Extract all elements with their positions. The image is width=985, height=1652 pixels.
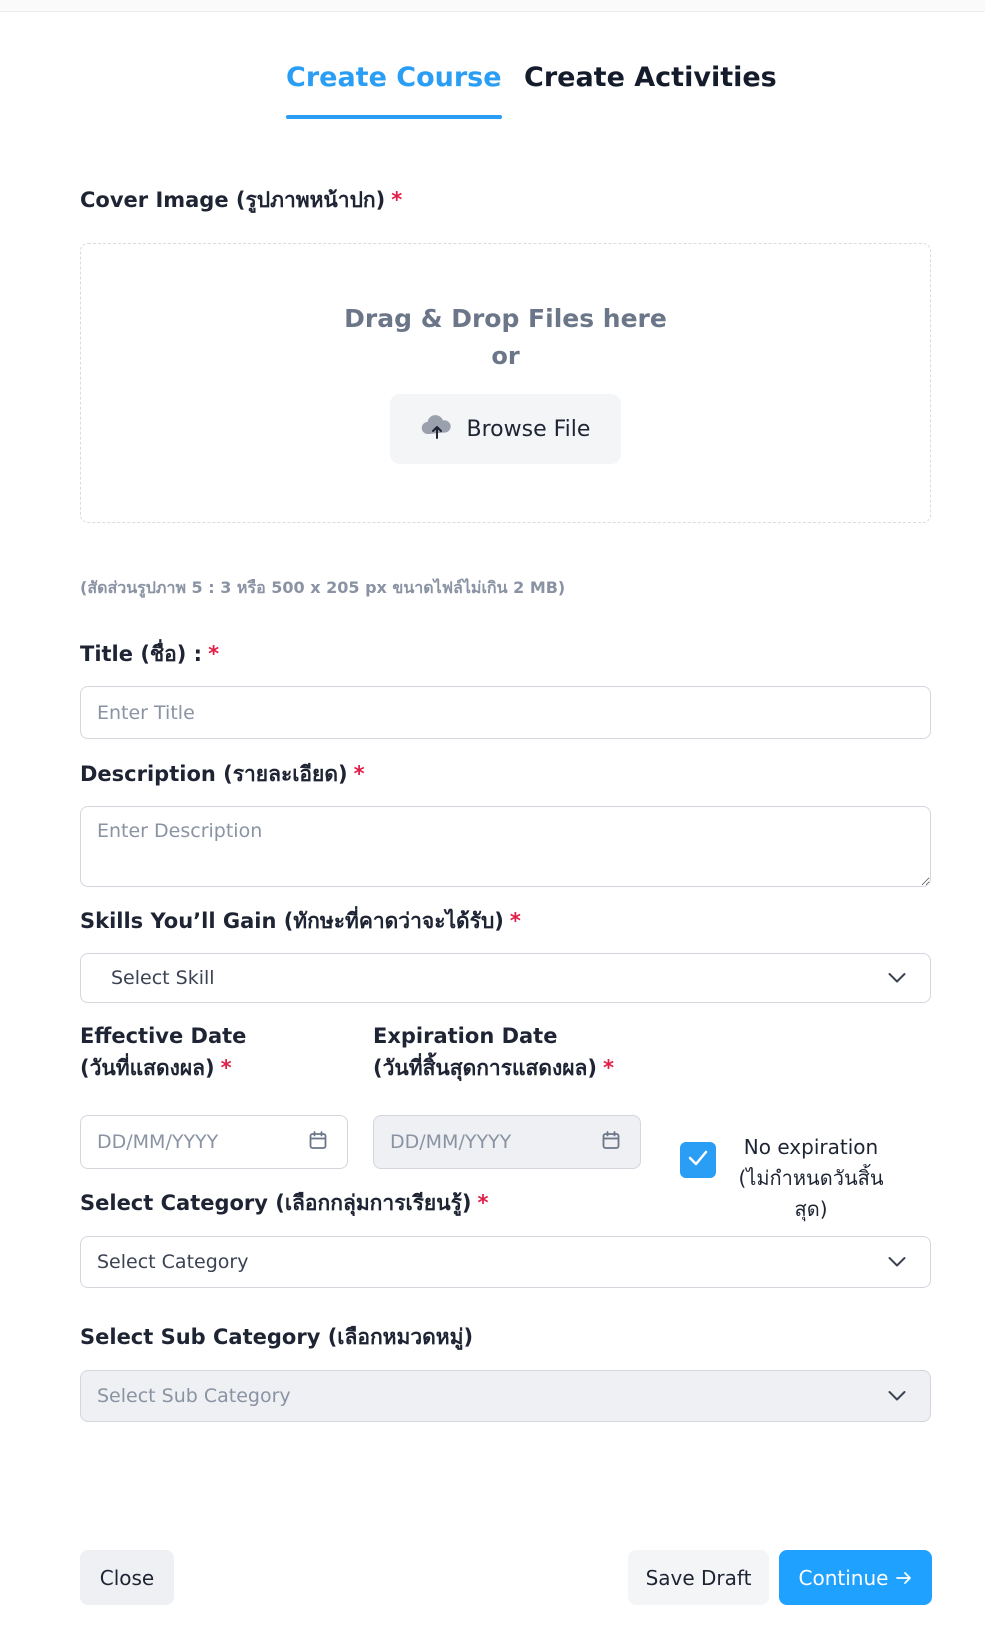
category-label-text: Select Category (เลือกกลุ่มการเรียนรู้) <box>80 1191 472 1215</box>
save-draft-button-label: Save Draft <box>645 1565 752 1590</box>
title-label: Title (ชื่อ) : * <box>80 638 219 671</box>
no-expiration-label: No expiration (ไม่กำหนดวันสิ้นสุด) <box>724 1132 898 1225</box>
close-button[interactable]: Close <box>80 1550 174 1605</box>
no-expiration-line2: (ไม่กำหนดวันสิ้นสุด) <box>738 1166 884 1221</box>
required-mark: * <box>220 1056 232 1080</box>
required-mark: * <box>603 1056 615 1080</box>
continue-button-label: Continue <box>798 1565 889 1590</box>
chevron-down-icon <box>888 1387 906 1406</box>
title-label-text: Title (ชื่อ) : <box>80 642 203 666</box>
description-label: Description (รายละเอียด) * <box>80 758 365 791</box>
chevron-down-icon <box>888 969 906 988</box>
expiration-date-label-line2: (วันที่สิ้นสุดการแสดงผล) <box>373 1056 598 1080</box>
skills-label-text: Skills You’ll Gain (ทักษะที่คาดว่าจะได้ร… <box>80 909 504 933</box>
tab-bar: Create Course Create Activities <box>0 62 985 124</box>
category-label: Select Category (เลือกกลุ่มการเรียนรู้) * <box>80 1187 488 1220</box>
no-expiration-checkbox[interactable] <box>680 1142 716 1178</box>
close-button-label: Close <box>99 1565 155 1590</box>
expiration-date-label-line1: Expiration Date <box>373 1024 558 1048</box>
browse-file-label: Browse File <box>466 416 591 442</box>
tab-create-activities[interactable]: Create Activities <box>524 62 777 93</box>
calendar-icon[interactable] <box>309 1131 327 1154</box>
skills-label: Skills You’ll Gain (ทักษะที่คาดว่าจะได้ร… <box>80 905 521 938</box>
effective-date-label-line1: Effective Date <box>80 1024 247 1048</box>
no-expiration-line1: No expiration <box>743 1135 879 1159</box>
required-mark: * <box>353 762 365 786</box>
title-field <box>80 686 931 739</box>
expiration-date-label: Expiration Date (วันที่สิ้นสุดการแสดงผล)… <box>373 1020 614 1084</box>
subcategory-label: Select Sub Category (เลือกหมวดหมู่) <box>80 1325 474 1349</box>
description-field <box>80 806 931 887</box>
arrow-right-icon <box>896 1566 912 1590</box>
effective-date-label: Effective Date (วันที่แสดงผล) * <box>80 1020 246 1084</box>
subcategory-select-value: Select Sub Category <box>97 1385 291 1407</box>
required-mark: * <box>208 642 220 666</box>
cloud-upload-icon <box>421 414 453 444</box>
check-icon <box>688 1150 708 1170</box>
save-draft-button[interactable]: Save Draft <box>628 1550 769 1605</box>
title-input[interactable] <box>81 687 930 738</box>
description-input[interactable] <box>81 807 930 886</box>
required-mark: * <box>391 188 403 212</box>
cover-image-label-text: Cover Image (รูปภาพหน้าปก) <box>80 188 386 212</box>
skills-select-value: Select Skill <box>111 967 215 989</box>
skills-select[interactable]: Select Skill <box>80 953 931 1003</box>
expiration-date-input[interactable]: DD/MM/YYYY <box>373 1115 641 1169</box>
cover-image-dropzone[interactable]: Drag & Drop Files here or Browse File <box>80 243 931 523</box>
expiration-date-placeholder: DD/MM/YYYY <box>390 1131 512 1153</box>
category-select[interactable]: Select Category <box>80 1236 931 1288</box>
effective-date-label-line2: (วันที่แสดงผล) <box>80 1056 215 1080</box>
dropzone-or-text: or <box>491 342 520 370</box>
effective-date-placeholder: DD/MM/YYYY <box>97 1131 219 1153</box>
continue-button[interactable]: Continue <box>779 1550 932 1605</box>
effective-date-input[interactable]: DD/MM/YYYY <box>80 1115 348 1169</box>
cover-image-hint: (สัดส่วนรูปภาพ 5 : 3 หรือ 500 x 205 px ข… <box>80 578 566 597</box>
chevron-down-icon <box>888 1253 906 1272</box>
top-border <box>0 0 985 12</box>
required-mark: * <box>477 1191 489 1215</box>
required-mark: * <box>509 909 521 933</box>
category-select-value: Select Category <box>97 1251 249 1273</box>
cover-image-label: Cover Image (รูปภาพหน้าปก) * <box>80 184 402 217</box>
dropzone-text: Drag & Drop Files here <box>344 304 667 333</box>
tab-create-course[interactable]: Create Course <box>286 62 502 119</box>
subcategory-select[interactable]: Select Sub Category <box>80 1370 931 1422</box>
browse-file-button[interactable]: Browse File <box>390 394 621 464</box>
calendar-icon[interactable] <box>602 1131 620 1154</box>
description-label-text: Description (รายละเอียด) <box>80 762 348 786</box>
